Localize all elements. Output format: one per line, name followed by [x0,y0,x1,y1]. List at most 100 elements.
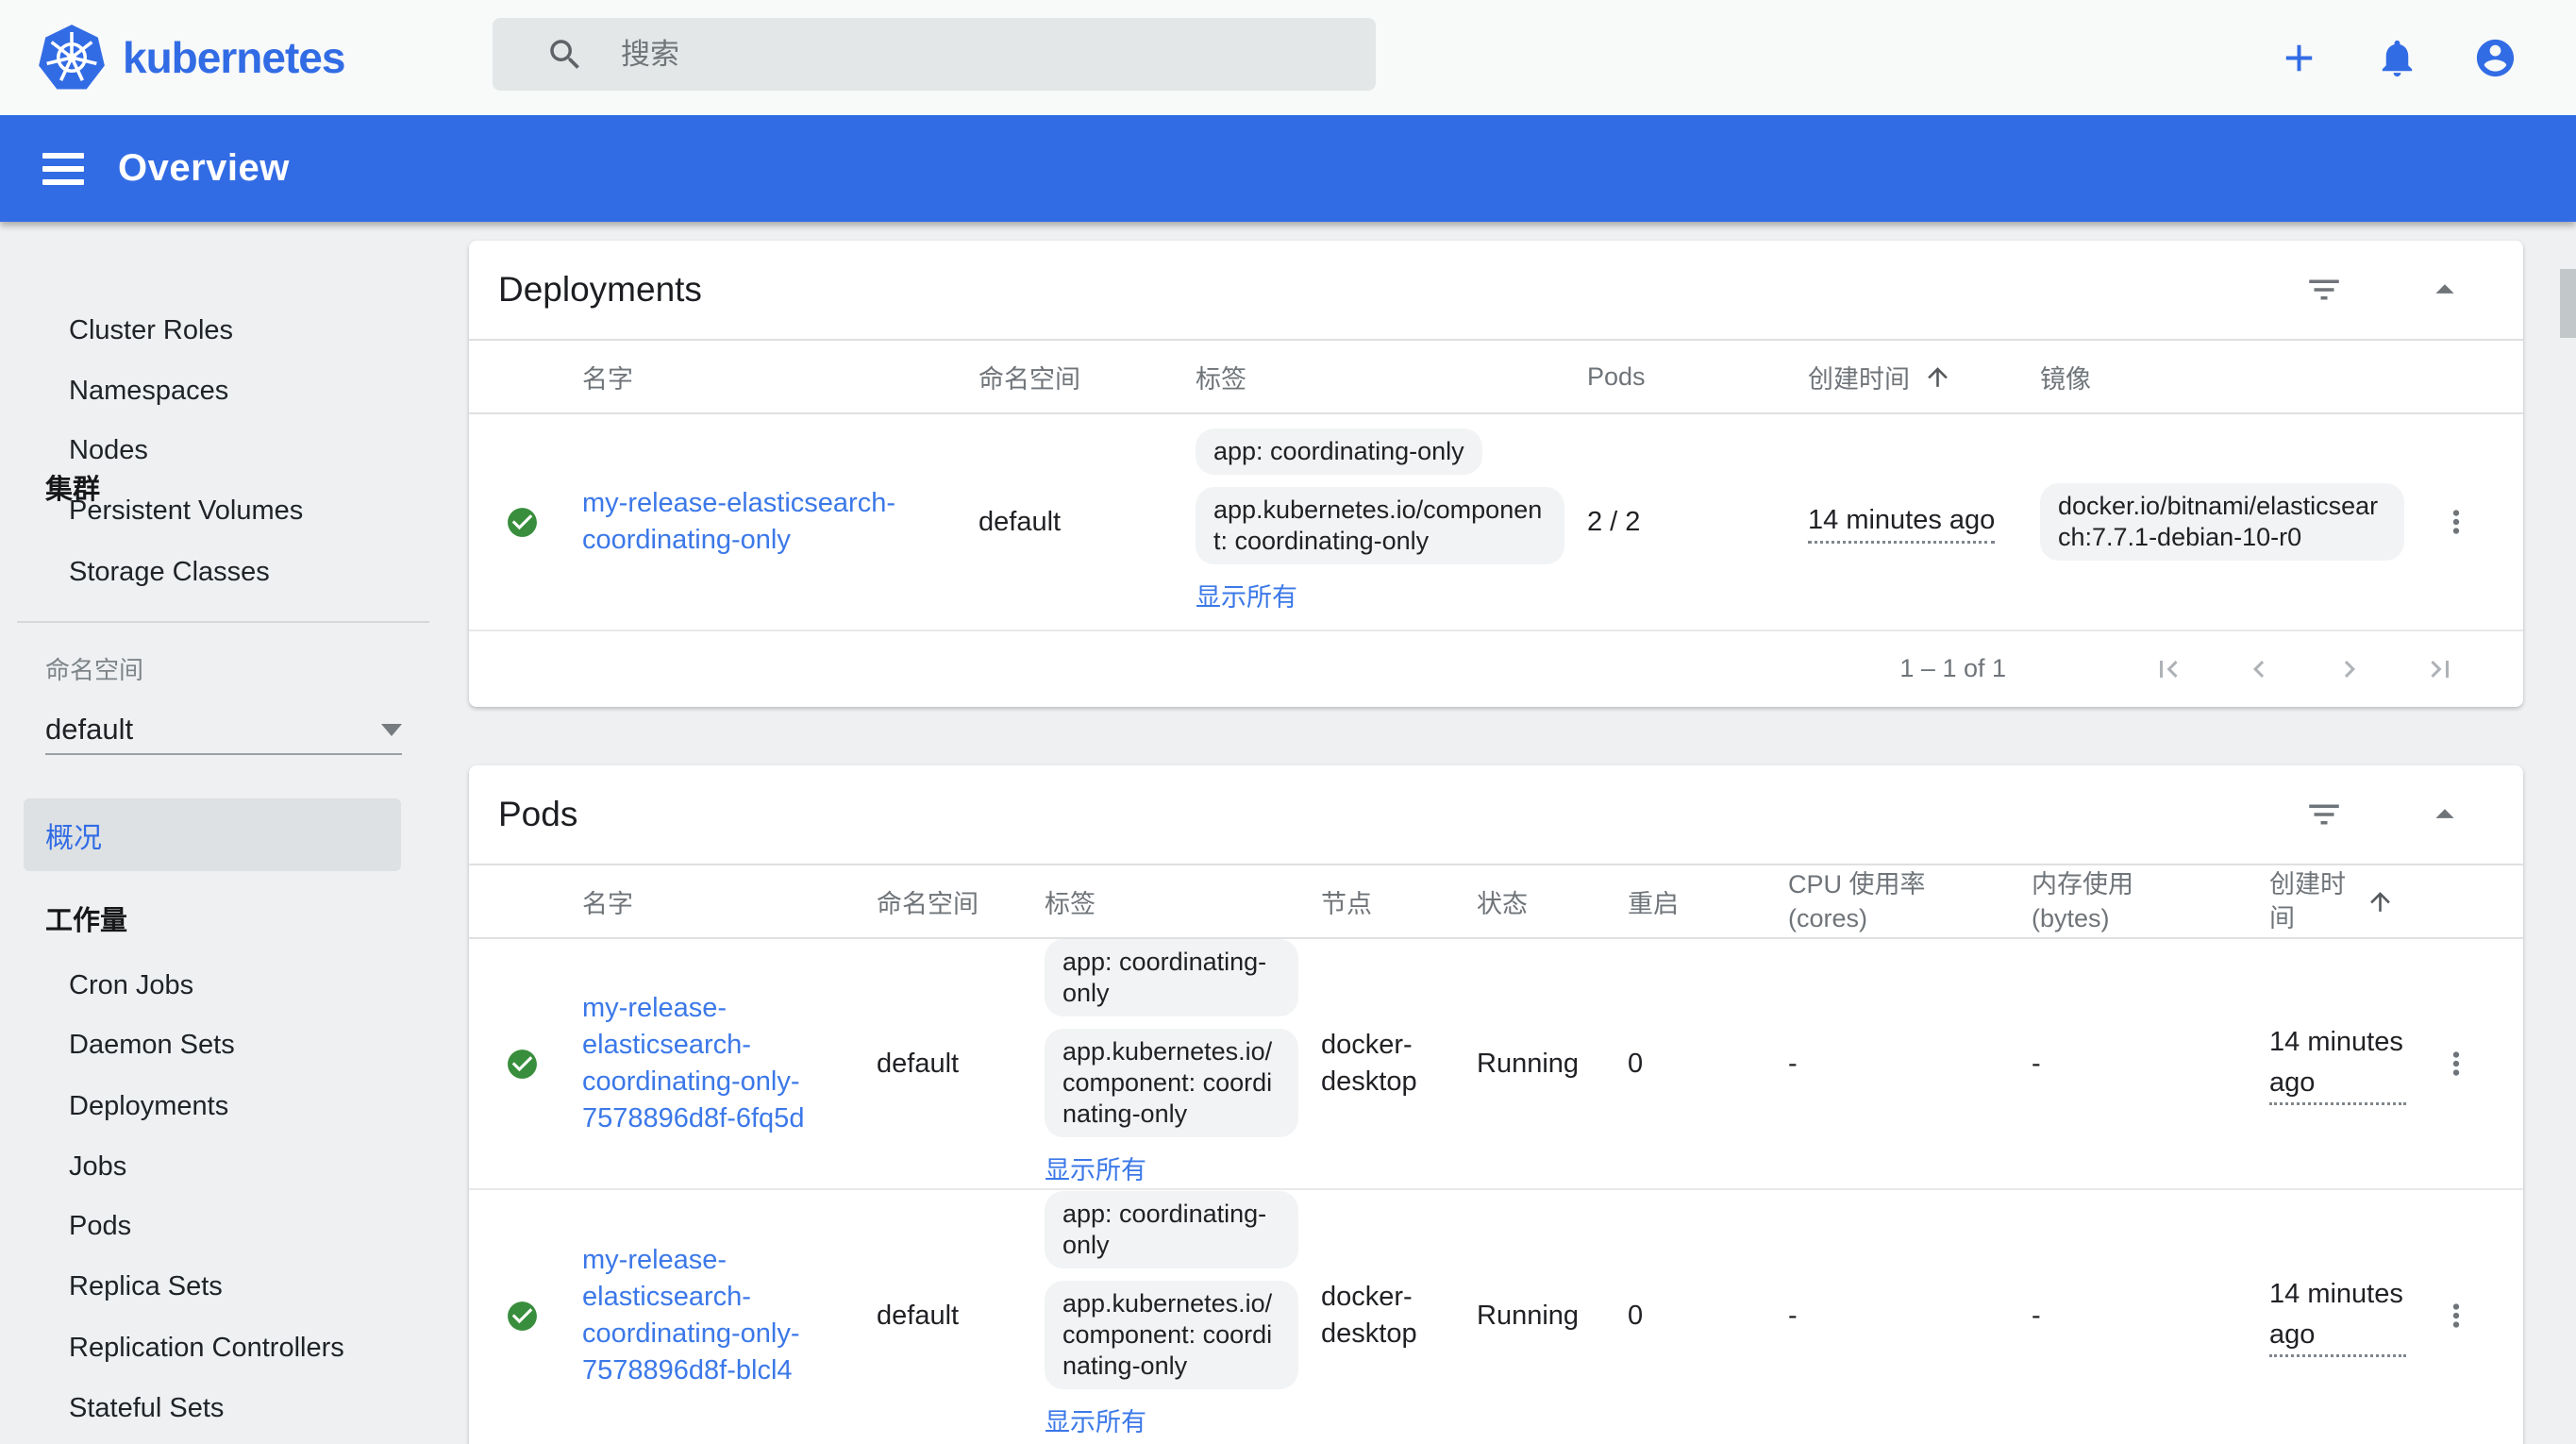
create-button[interactable] [2277,36,2321,80]
column-memory[interactable]: 内存使用 (bytes) [2005,867,2241,935]
first-page-button[interactable] [2151,652,2185,686]
row-menu-button[interactable] [2438,1046,2474,1082]
sidebar-divider [17,621,429,623]
more-vert-icon [2438,504,2474,540]
pod-name-link[interactable]: my-release-elasticsearch-coordinating-on… [582,1242,828,1390]
sidebar-item-daemon-sets[interactable]: Daemon Sets [0,1017,415,1072]
column-namespace[interactable]: 命名空间 [979,359,1196,395]
column-created-sorted[interactable]: 创建时间 [1785,359,2021,395]
sidebar-item-namespaces[interactable]: Namespaces [0,363,415,418]
sidebar-item-nodes[interactable]: Nodes [0,423,415,478]
pod-node: docker-desktop [1321,1027,1477,1100]
pod-memory: - [2005,1301,2241,1332]
sidebar-item-cron-jobs[interactable]: Cron Jobs [0,958,415,1013]
namespace-selector[interactable]: default [45,706,402,755]
filter-icon[interactable] [2304,270,2344,310]
show-all-labels-link[interactable]: 显示所有 [1196,580,1297,614]
deployments-card-header: Deployments [469,241,2523,341]
collapse-card-icon[interactable] [2423,793,2467,836]
page-scrollbar[interactable] [2560,269,2576,338]
column-pods[interactable]: Pods [1587,362,1785,392]
pod-namespace: default [865,1049,1035,1080]
sidebar-item-cluster-roles[interactable]: Cluster Roles [0,303,415,358]
deployment-row: my-release-elasticsearch-coordinating-on… [469,414,2523,631]
pod-namespace: default [865,1301,1035,1332]
pods-card: Pods 名字 命名空间 标签 节点 状态 重启 CPU 使用率 (cores)… [469,765,2523,1444]
status-ok-icon [505,1299,540,1334]
bell-icon [2375,36,2419,80]
brand-wordmark: kubernetes [123,32,344,83]
column-cpu[interactable]: CPU 使用率 (cores) [1750,867,2005,935]
account-icon [2473,36,2517,80]
search-bar[interactable] [493,18,1376,91]
pod-created: 14 minutes ago [2269,1022,2406,1104]
column-node[interactable]: 节点 [1321,883,1477,920]
sidebar-nav: 集群 Cluster Roles Namespaces Nodes Persis… [0,222,429,1444]
pagination-range: 1 – 1 of 1 [1899,654,2006,683]
deployments-table-header: 名字 命名空间 标签 Pods 创建时间 镜像 [469,341,2523,414]
collapse-card-icon[interactable] [2423,268,2467,311]
pod-cpu: - [1750,1301,2005,1332]
prev-page-button[interactable] [2242,652,2276,686]
notifications-button[interactable] [2375,36,2419,80]
last-page-button[interactable] [2423,652,2457,686]
deployments-card: Deployments 名字 命名空间 标签 Pods 创建时间 [469,241,2523,707]
kubernetes-dashboard: kubernetes Overview [0,0,2576,1444]
label-chip: app: coordinating-only [1045,1191,1298,1268]
sidebar-item-replica-sets[interactable]: Replica Sets [0,1259,415,1314]
sort-ascending-icon [1923,362,1952,392]
deployment-name-link[interactable]: my-release-elasticsearch-coordinating-on… [582,485,922,559]
column-name[interactable]: 名字 [582,883,865,920]
search-icon [545,35,585,75]
main-panel: Deployments 名字 命名空间 标签 Pods 创建时间 [429,222,2576,1444]
sidebar-item-jobs[interactable]: Jobs [0,1139,415,1194]
search-input[interactable] [621,38,1351,72]
show-all-labels-link[interactable]: 显示所有 [1045,1153,1146,1187]
status-ok-icon [505,1047,540,1082]
label-chip: app.kubernetes.io/component: coordinatin… [1196,487,1564,564]
kubernetes-helm-icon [36,23,108,92]
row-menu-button[interactable] [2438,504,2474,540]
hamburger-icon [42,153,84,159]
column-status[interactable]: 状态 [1477,883,1628,920]
label-chip: app: coordinating-only [1045,939,1298,1016]
sidebar-item-stateful-sets[interactable]: Stateful Sets [0,1381,415,1436]
status-ok-icon [505,505,540,540]
pod-row: my-release-elasticsearch-coordinating-on… [469,1190,2523,1441]
pods-card-header: Pods [469,765,2523,865]
column-images[interactable]: 镜像 [2021,359,2427,395]
menu-toggle-button[interactable] [42,153,84,185]
sidebar-item-deployments[interactable]: Deployments [0,1079,415,1133]
row-menu-button[interactable] [2438,1298,2474,1334]
column-labels[interactable]: 标签 [1035,883,1321,920]
column-name[interactable]: 名字 [582,359,979,395]
sidebar-item-storage-classes[interactable]: Storage Classes [0,545,415,599]
pod-status: Running [1477,1049,1628,1080]
app-bar: Overview [0,115,2576,222]
page-title: Overview [118,147,290,190]
deployments-pagination: 1 – 1 of 1 [469,631,2523,706]
column-namespace[interactable]: 命名空间 [865,883,1035,920]
pod-name-link[interactable]: my-release-elasticsearch-coordinating-on… [582,990,828,1138]
pod-node: docker-desktop [1321,1279,1477,1352]
sidebar-item-overview-active[interactable]: 概况 [24,798,401,871]
sidebar-item-pods[interactable]: Pods [0,1199,415,1253]
account-button[interactable] [2473,36,2517,80]
chevron-left-icon [2242,652,2276,686]
header-actions [2277,0,2517,115]
column-labels[interactable]: 标签 [1196,359,1587,395]
pod-row: my-release-elasticsearch-coordinating-on… [469,939,2523,1190]
kubernetes-logo[interactable]: kubernetes [36,23,344,92]
deployment-pods-count: 2 / 2 [1587,507,1785,538]
deployment-created: 14 minutes ago [1808,500,1995,543]
filter-icon[interactable] [2304,795,2344,834]
sidebar-section-workloads: 工作量 [45,898,127,938]
pod-restarts: 0 [1628,1301,1750,1332]
sidebar-item-persistent-volumes[interactable]: Persistent Volumes [0,483,415,538]
show-all-labels-link[interactable]: 显示所有 [1045,1405,1146,1439]
column-created-sorted[interactable]: 创建时间 [2241,867,2430,935]
column-restarts[interactable]: 重启 [1628,883,1750,920]
image-chip: docker.io/bitnami/elasticsearch:7.7.1-de… [2040,483,2404,561]
next-page-button[interactable] [2333,652,2367,686]
sidebar-item-replication-controllers[interactable]: Replication Controllers [0,1320,415,1375]
